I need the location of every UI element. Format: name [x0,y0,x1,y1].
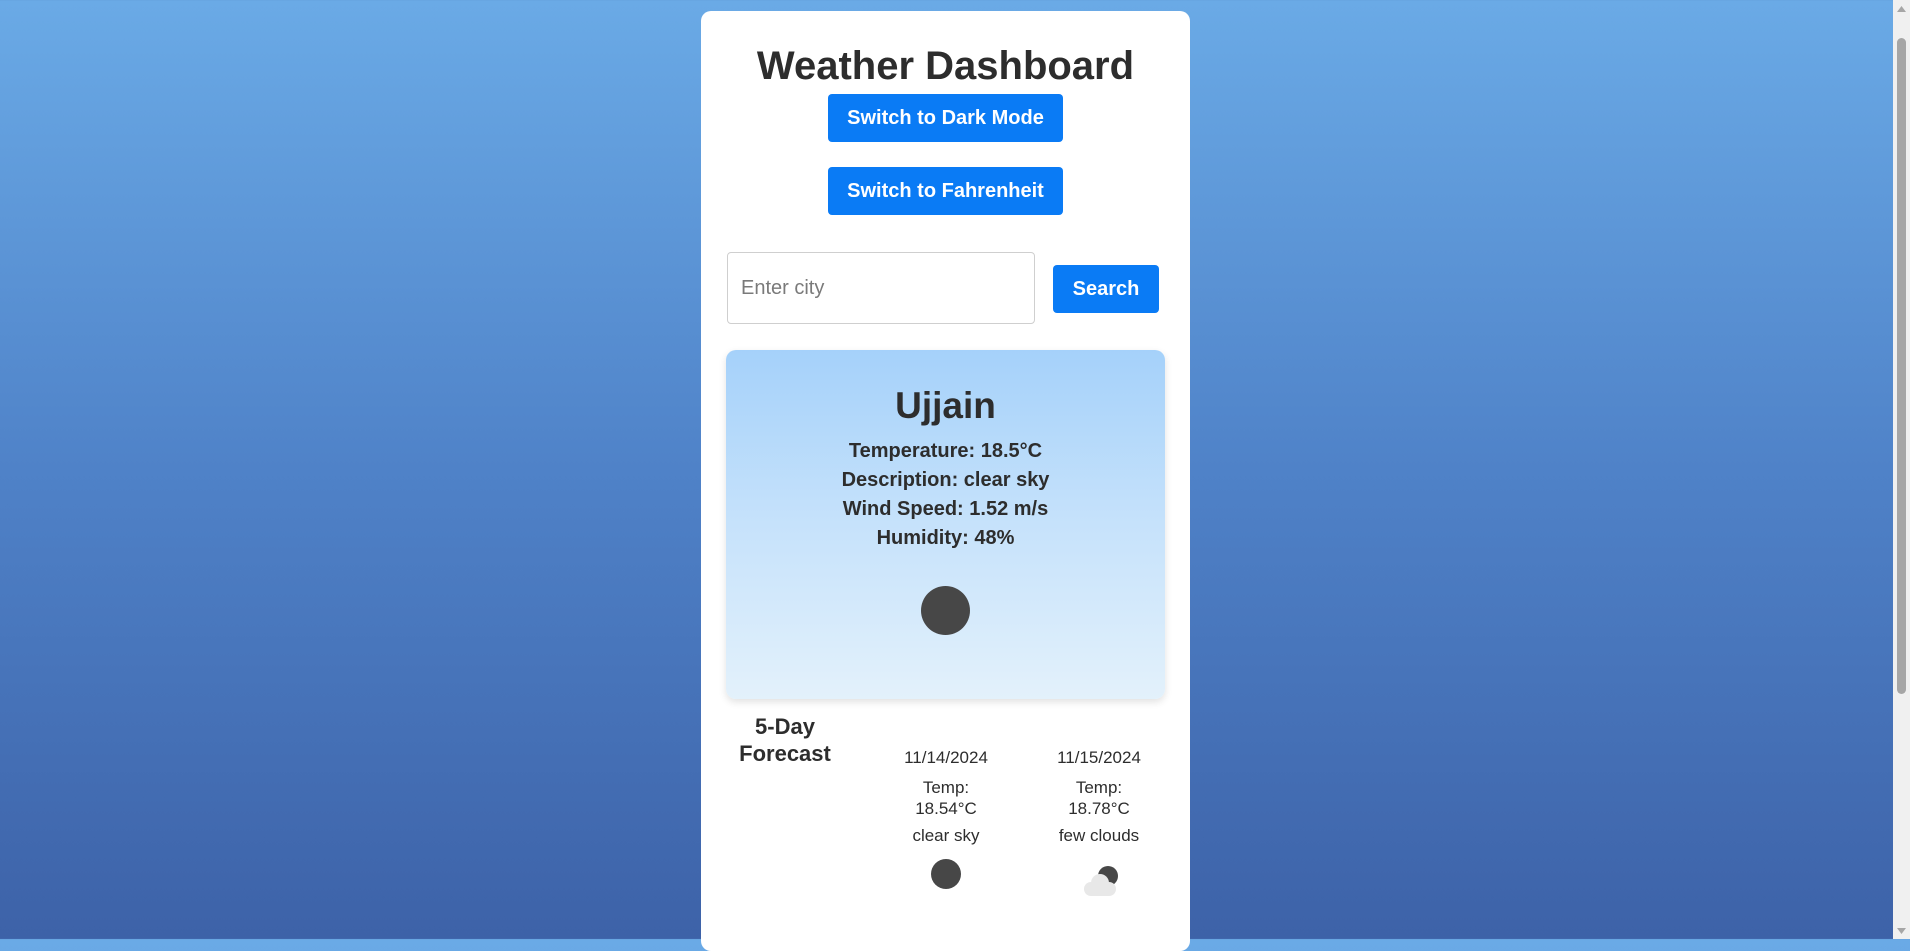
current-wind-speed: Wind Speed: 1.52 m/s [842,498,1049,520]
current-description: Description: clear sky [841,469,1050,491]
sun-icon [930,858,962,895]
forecast-date: 11/14/2024 [904,748,988,767]
forecast-description: few clouds [1058,826,1140,845]
current-weather-panel: Ujjain Temperature: 18.5°C Description: … [726,350,1165,699]
forecast-temp-label: Temp: [922,778,970,797]
search-button[interactable]: Search [1053,265,1159,313]
unit-toggle-button[interactable]: Switch to Fahrenheit [828,167,1063,215]
forecast-day: 11/14/2024 Temp: 18.54°C clear sky [881,748,1011,846]
forecast-temp-value: 18.54°C [915,799,977,818]
current-humidity: Humidity: 48% [876,527,1015,549]
forecast-temp-label: Temp: [1075,778,1123,797]
forecast-date: 11/15/2024 [1057,748,1141,767]
forecast-heading: 5-Day Forecast [739,714,831,766]
current-temperature: Temperature: 18.5°C [848,440,1043,462]
forecast-temp: Temp: 18.78°C [1034,777,1164,819]
weather-card: Weather Dashboard Switch to Dark Mode Sw… [701,11,1190,951]
city-name: Ujjain [895,385,996,426]
scroll-down-arrow-icon[interactable] [1893,922,1910,939]
city-search-input[interactable] [727,252,1035,324]
sun-icon [921,586,970,635]
forecast-day: 11/15/2024 Temp: 18.78°C few clouds [1034,748,1164,846]
forecast-temp: Temp: 18.54°C [881,777,1011,819]
scroll-up-arrow-icon[interactable] [1893,0,1910,17]
scrollbar-thumb[interactable] [1897,38,1906,694]
vertical-scrollbar[interactable] [1893,0,1910,939]
forecast-temp-value: 18.78°C [1068,799,1130,818]
page-title: Weather Dashboard [756,44,1135,88]
forecast-description: clear sky [912,826,980,845]
cloud-sun-icon [1079,863,1125,904]
dark-mode-toggle-button[interactable]: Switch to Dark Mode [828,94,1063,142]
